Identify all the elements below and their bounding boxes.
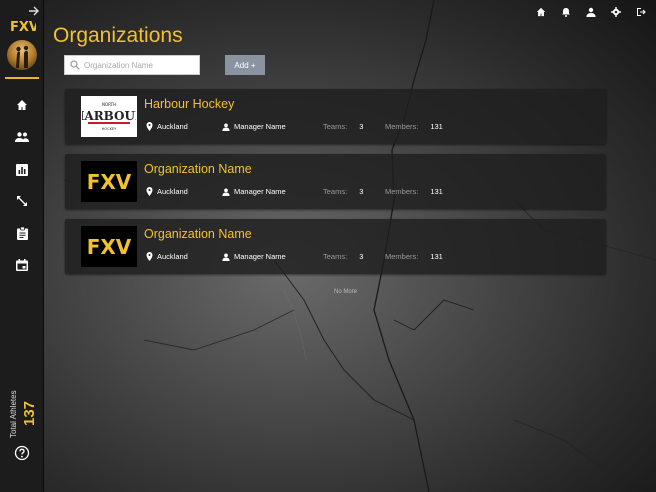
collapse-arrow-icon[interactable] xyxy=(27,4,41,18)
user-icon xyxy=(222,123,230,131)
organization-card[interactable]: FXV Organization Name Auckland Manager N… xyxy=(65,154,606,209)
avatar-underline xyxy=(5,77,39,79)
clipboard-icon[interactable] xyxy=(13,224,31,242)
location: Auckland xyxy=(146,187,188,196)
gear-icon[interactable] xyxy=(609,5,623,19)
sidebar: FXV Total Athletes 137 xyxy=(0,0,44,492)
organization-meta: Auckland Manager Name Teams: 3 Members: … xyxy=(146,187,596,197)
members-count: Members: 131 xyxy=(385,122,443,131)
teams-value: 3 xyxy=(359,187,364,196)
top-nav xyxy=(534,5,648,19)
location-pin-icon xyxy=(146,122,153,131)
teams-value: 3 xyxy=(359,252,364,261)
teams-label: Teams: xyxy=(323,187,348,196)
main-content: Organizations Add + NORTH HARBOUR HOCKEY… xyxy=(44,0,656,492)
total-athletes-label: Total Athletes xyxy=(9,390,18,438)
home-icon[interactable] xyxy=(534,5,548,19)
fxv-logo: FXV xyxy=(81,161,137,202)
user-icon xyxy=(222,253,230,261)
chart-icon[interactable] xyxy=(13,161,31,179)
members-value: 131 xyxy=(430,187,443,196)
search-icon xyxy=(70,60,80,70)
people-icon[interactable] xyxy=(13,128,31,146)
organization-name[interactable]: Harbour Hockey xyxy=(144,97,234,111)
add-organization-button[interactable]: Add + xyxy=(225,55,265,75)
manager: Manager Name xyxy=(222,252,286,261)
members-value: 131 xyxy=(430,122,443,131)
members-count: Members: 131 xyxy=(385,187,443,196)
page-title: Organizations xyxy=(53,24,183,47)
logout-icon[interactable] xyxy=(634,5,648,19)
manager: Manager Name xyxy=(222,187,286,196)
total-athletes-value: 137 xyxy=(21,400,38,426)
no-more-text: No More xyxy=(334,289,358,295)
manager: Manager Name xyxy=(222,122,286,131)
svg-text:FXV: FXV xyxy=(87,170,132,194)
bell-icon[interactable] xyxy=(559,5,573,19)
location-text: Auckland xyxy=(157,122,188,131)
manager-name: Manager Name xyxy=(234,252,286,261)
location-text: Auckland xyxy=(157,187,188,196)
search-box[interactable] xyxy=(64,55,200,75)
location-pin-icon xyxy=(146,252,153,261)
teams-label: Teams: xyxy=(323,252,348,261)
organization-card[interactable]: NORTH HARBOUR HOCKEY Harbour Hockey Auck… xyxy=(65,89,606,144)
organization-name[interactable]: Organization Name xyxy=(144,227,252,241)
teams-count: Teams: 3 xyxy=(323,122,363,131)
manager-name: Manager Name xyxy=(234,187,286,196)
organization-meta: Auckland Manager Name Teams: 3 Members: … xyxy=(146,252,596,262)
harbour-hockey-logo: NORTH HARBOUR HOCKEY xyxy=(81,96,137,137)
teams-value: 3 xyxy=(359,122,364,131)
members-count: Members: 131 xyxy=(385,252,443,261)
location: Auckland xyxy=(146,122,188,131)
members-label: Members: xyxy=(385,252,419,261)
manager-name: Manager Name xyxy=(234,122,286,131)
location-pin-icon xyxy=(146,187,153,196)
members-label: Members: xyxy=(385,122,419,131)
svg-text:FXV: FXV xyxy=(10,20,36,34)
user-icon[interactable] xyxy=(584,5,598,19)
svg-text:HARBOUR: HARBOUR xyxy=(82,109,136,123)
total-athletes: Total Athletes 137 xyxy=(3,390,41,440)
calendar-icon[interactable] xyxy=(13,256,31,274)
organization-card[interactable]: FXV Organization Name Auckland Manager N… xyxy=(65,219,606,274)
avatar[interactable] xyxy=(7,40,37,70)
user-icon xyxy=(222,188,230,196)
svg-text:HOCKEY: HOCKEY xyxy=(102,127,117,131)
location: Auckland xyxy=(146,252,188,261)
members-value: 131 xyxy=(430,252,443,261)
organization-meta: Auckland Manager Name Teams: 3 Members: … xyxy=(146,122,596,132)
app-logo: FXV xyxy=(10,18,39,35)
teams-count: Teams: 3 xyxy=(323,187,363,196)
svg-text:FXV: FXV xyxy=(87,235,132,259)
teams-count: Teams: 3 xyxy=(323,252,363,261)
svg-text:NORTH: NORTH xyxy=(102,102,116,107)
search-input[interactable] xyxy=(84,60,194,70)
fxv-logo: FXV xyxy=(81,226,137,267)
members-label: Members: xyxy=(385,187,419,196)
expand-arrows-icon[interactable] xyxy=(13,192,31,210)
organization-name[interactable]: Organization Name xyxy=(144,162,252,176)
home-icon[interactable] xyxy=(13,96,31,114)
help-icon[interactable] xyxy=(14,445,30,461)
teams-label: Teams: xyxy=(323,122,348,131)
location-text: Auckland xyxy=(157,252,188,261)
